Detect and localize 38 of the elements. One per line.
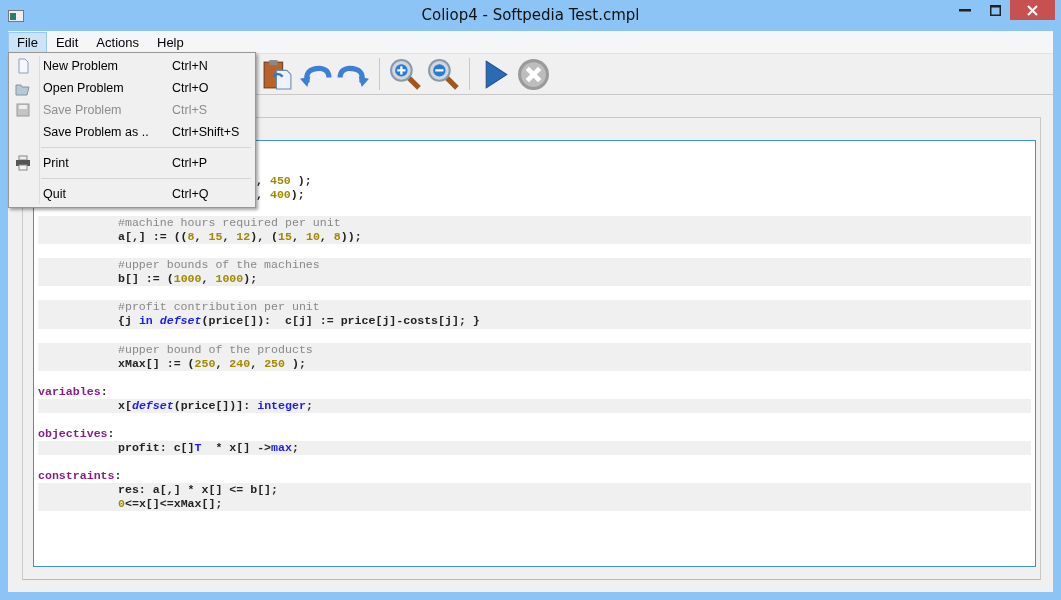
menu-option[interactable]: Open Problem Ctrl+O <box>11 77 253 99</box>
app-icon <box>8 9 24 22</box>
code-line: objectives: <box>38 426 115 440</box>
close-icon <box>1027 4 1038 16</box>
code-line: #upper bound of the products <box>118 342 314 357</box>
code-line: #upper bounds of the machines <box>118 258 321 273</box>
code-line: #machine hours required per unit <box>118 216 342 231</box>
code-line: profit: c[]T * x[] ->max; <box>118 440 300 455</box>
code-line: , 450 ); <box>256 174 312 187</box>
menu-option[interactable]: Quit Ctrl+Q <box>11 183 253 205</box>
paste-icon[interactable] <box>261 57 294 91</box>
menu-item[interactable]: Help <box>148 31 193 53</box>
code-line: variables: <box>38 384 108 398</box>
menu-item[interactable]: Edit <box>46 31 88 53</box>
code-line: {j in defset(price[]): c[j] := price[j]-costs[j]; } <box>118 314 481 329</box>
code-line: #profit contribution per unit <box>118 300 321 315</box>
maximize-icon <box>989 4 1001 16</box>
menu-item[interactable]: File <box>8 31 47 53</box>
code-line: a[,] := ((8, 15, 12), (15, 10, 8)); <box>118 230 363 245</box>
menu-item[interactable]: Actions <box>87 31 148 53</box>
code-line: res: a[,] * x[] <= b[]; <box>118 483 280 498</box>
zoom-out-icon[interactable] <box>427 57 460 91</box>
zoom-in-icon[interactable] <box>389 57 422 91</box>
close-button[interactable] <box>1010 0 1055 20</box>
printer-icon <box>15 155 31 171</box>
code-line: b[] := (1000, 1000); <box>118 272 259 287</box>
window-title: Coliop4 - Softpedia Test.cmpl <box>421 6 640 24</box>
menu-option[interactable]: New Problem Ctrl+N <box>11 55 253 77</box>
document-icon <box>15 58 31 74</box>
code-line: x[defset(price[])]: integer; <box>118 398 314 413</box>
menu-option[interactable]: Save Problem as .. Ctrl+Shift+S <box>11 121 253 143</box>
code-line: xMax[] := (250, 240, 250 ); <box>118 356 307 371</box>
minimize-icon <box>959 8 971 12</box>
code-line: , 400); <box>256 188 305 202</box>
stop-icon[interactable] <box>517 57 550 91</box>
menu-option[interactable]: Print Ctrl+P <box>11 152 253 174</box>
code-line: 0<=x[]<=xMax[]; <box>118 497 224 512</box>
code-line: constraints: <box>38 469 122 482</box>
